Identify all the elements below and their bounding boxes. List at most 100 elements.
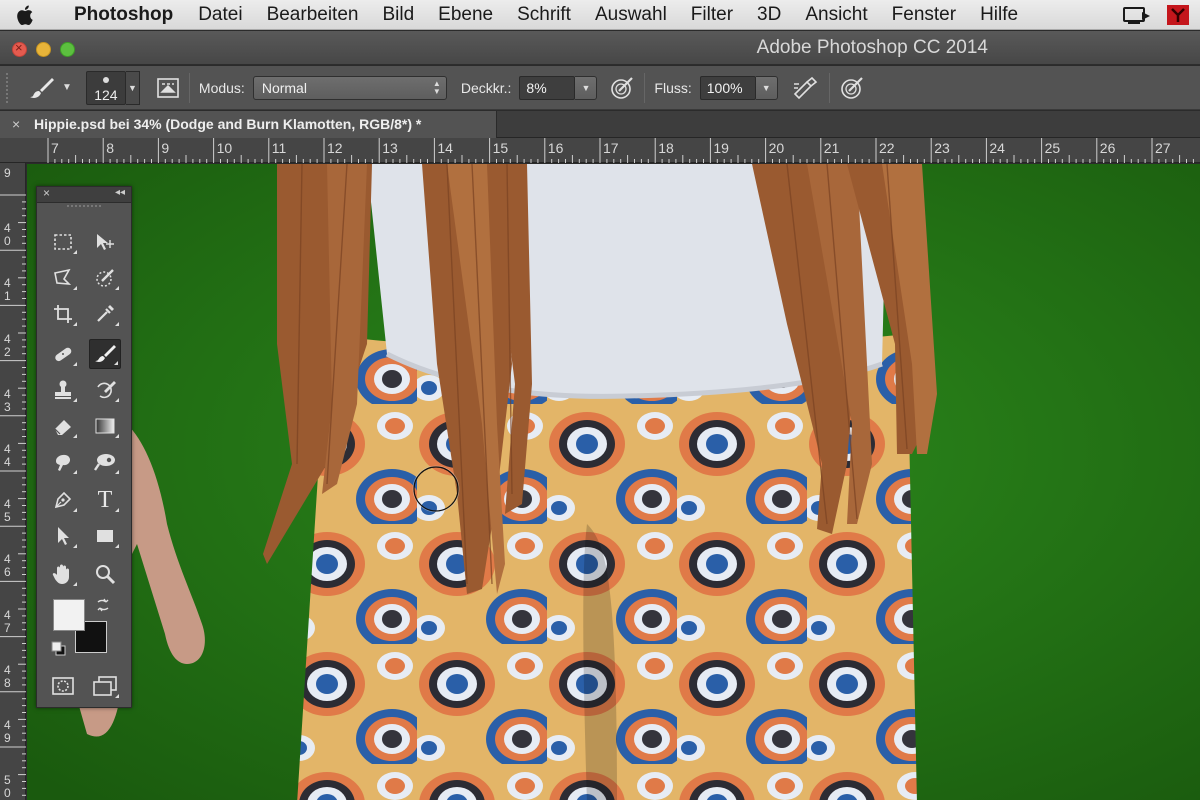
- menu-fenster[interactable]: Fenster: [880, 0, 968, 30]
- flow-input[interactable]: 100%: [699, 75, 756, 100]
- ruler-label-digit: 0: [4, 234, 11, 249]
- swap-colors-icon[interactable]: [95, 597, 111, 613]
- ruler-ticks: [0, 194, 26, 796]
- quick-mask-button[interactable]: [47, 671, 79, 701]
- ruler-label: 24: [989, 140, 1005, 156]
- spot-healing-tool[interactable]: [47, 339, 79, 369]
- type-tool[interactable]: T: [89, 485, 121, 515]
- canvas-image: [27, 164, 1200, 800]
- brush-tool[interactable]: [89, 339, 121, 369]
- ruler-label-digit: 4: [4, 607, 11, 622]
- ruler-label: 49: [4, 719, 11, 745]
- submenu-indicator: [73, 322, 77, 326]
- submenu-indicator: [73, 470, 77, 474]
- separator: [188, 72, 190, 103]
- tools-panel-header[interactable]: × ◂◂: [37, 186, 131, 203]
- ruler-label: 26: [1099, 140, 1116, 156]
- document-canvas[interactable]: [27, 164, 1200, 800]
- pressure-size-toggle[interactable]: [839, 71, 865, 105]
- ruler-label-digit: 9: [4, 731, 11, 745]
- blur-tool[interactable]: [47, 447, 79, 477]
- ruler-label: 17: [603, 140, 619, 156]
- app-tray-icon[interactable]: [1166, 4, 1190, 26]
- ruler-label-digit: 1: [4, 289, 11, 304]
- dodge-tool[interactable]: [89, 447, 121, 477]
- menu-ansicht[interactable]: Ansicht: [793, 0, 879, 30]
- ruler-label: 23: [934, 140, 950, 156]
- lasso-icon: [54, 268, 72, 285]
- default-colors-icon[interactable]: [51, 641, 67, 657]
- blend-mode-select[interactable]: Normal ▲ ▼: [252, 75, 447, 100]
- airbrush-toggle[interactable]: [792, 71, 820, 105]
- quick-mask-icon: [52, 677, 74, 695]
- submenu-indicator: [115, 694, 119, 698]
- vertical-ruler[interactable]: 94041424344454647484950: [0, 163, 26, 800]
- gradient-tool[interactable]: [89, 411, 121, 441]
- ruler-label: 22: [879, 140, 895, 156]
- quick-selection-tool[interactable]: [89, 263, 121, 293]
- hand-tool[interactable]: [47, 559, 79, 589]
- menu-extras: [1122, 4, 1190, 26]
- brush-picker-dropdown[interactable]: ▼: [125, 70, 140, 105]
- crop-icon: [54, 305, 72, 323]
- menu-3d[interactable]: 3D: [745, 0, 793, 30]
- document-tab-bar: × Hippie.psd bei 34% (Dodge and Burn Kla…: [0, 111, 1200, 138]
- tool-preset-picker[interactable]: ▼: [28, 71, 72, 105]
- chevron-down-icon: ▼: [62, 82, 72, 93]
- menu-datei[interactable]: Datei: [186, 0, 254, 30]
- apple-icon: [17, 5, 33, 25]
- ruler-label-digit: 4: [4, 455, 11, 469]
- submenu-indicator: [73, 286, 77, 290]
- brush-icon: [95, 345, 116, 362]
- screen-share-icon[interactable]: [1122, 4, 1152, 26]
- menu-filter[interactable]: Filter: [679, 0, 745, 30]
- ruler-label: 18: [658, 140, 674, 156]
- ruler-label: 45: [4, 498, 11, 524]
- horizontal-ruler[interactable]: 7 8 9 10 11 12 13 14 15 16 17 18 19 20 21 22 23 24 25 26 27: [0, 138, 1200, 163]
- brush-panel-toggle[interactable]: [156, 71, 180, 105]
- menu-schrift[interactable]: Schrift: [505, 0, 583, 30]
- close-panel-icon[interactable]: ×: [43, 186, 50, 200]
- mode-label: Modus:: [198, 79, 245, 96]
- options-bar-grip[interactable]: [6, 72, 12, 103]
- menu-photoshop[interactable]: Photoshop: [52, 0, 186, 30]
- flow-dropdown[interactable]: ▼: [755, 75, 778, 100]
- pen-pressure-icon: [611, 76, 634, 99]
- ruler-label: 27: [1155, 140, 1171, 156]
- path-selection-tool[interactable]: [47, 521, 79, 551]
- ruler-label: 48: [4, 663, 11, 690]
- brush-size-picker[interactable]: 124: [85, 70, 126, 105]
- close-tab-icon[interactable]: ×: [12, 111, 20, 138]
- zoom-tool[interactable]: [89, 559, 121, 589]
- panel-grip[interactable]: [67, 205, 101, 215]
- opacity-input[interactable]: 8%: [519, 75, 576, 100]
- history-brush-tool[interactable]: [89, 375, 121, 405]
- menu-ebene[interactable]: Ebene: [426, 0, 505, 30]
- apple-menu[interactable]: [0, 0, 52, 30]
- menu-bild[interactable]: Bild: [370, 0, 426, 30]
- eraser-tool[interactable]: [47, 411, 79, 441]
- lasso-tool[interactable]: [47, 263, 79, 293]
- submenu-indicator: [73, 398, 77, 402]
- rectangle-tool[interactable]: [89, 521, 121, 551]
- submenu-indicator: [115, 470, 119, 474]
- eyedropper-tool[interactable]: [89, 299, 121, 329]
- foreground-color-swatch[interactable]: [53, 599, 85, 631]
- menu-hilfe[interactable]: Hilfe: [968, 0, 1030, 30]
- crop-tool[interactable]: [47, 299, 79, 329]
- menu-auswahl[interactable]: Auswahl: [583, 0, 679, 30]
- screen-mode-button[interactable]: [89, 671, 121, 701]
- ruler-label-digit: 7: [4, 620, 11, 635]
- collapse-panel-icon[interactable]: ◂◂: [115, 187, 125, 198]
- clone-stamp-tool[interactable]: [47, 375, 79, 405]
- opacity-label: Deckkr.:: [460, 79, 512, 96]
- opacity-dropdown[interactable]: ▼: [575, 75, 598, 100]
- stamp-icon: [55, 380, 71, 399]
- pen-tool[interactable]: [47, 485, 79, 515]
- menu-bearbeiten[interactable]: Bearbeiten: [255, 0, 371, 30]
- document-tab[interactable]: × Hippie.psd bei 34% (Dodge and Burn Kla…: [0, 111, 497, 138]
- move-tool[interactable]: [89, 227, 121, 257]
- marquee-tool[interactable]: [47, 227, 79, 257]
- path-selection-icon: [58, 527, 69, 545]
- pressure-opacity-toggle[interactable]: [609, 71, 635, 105]
